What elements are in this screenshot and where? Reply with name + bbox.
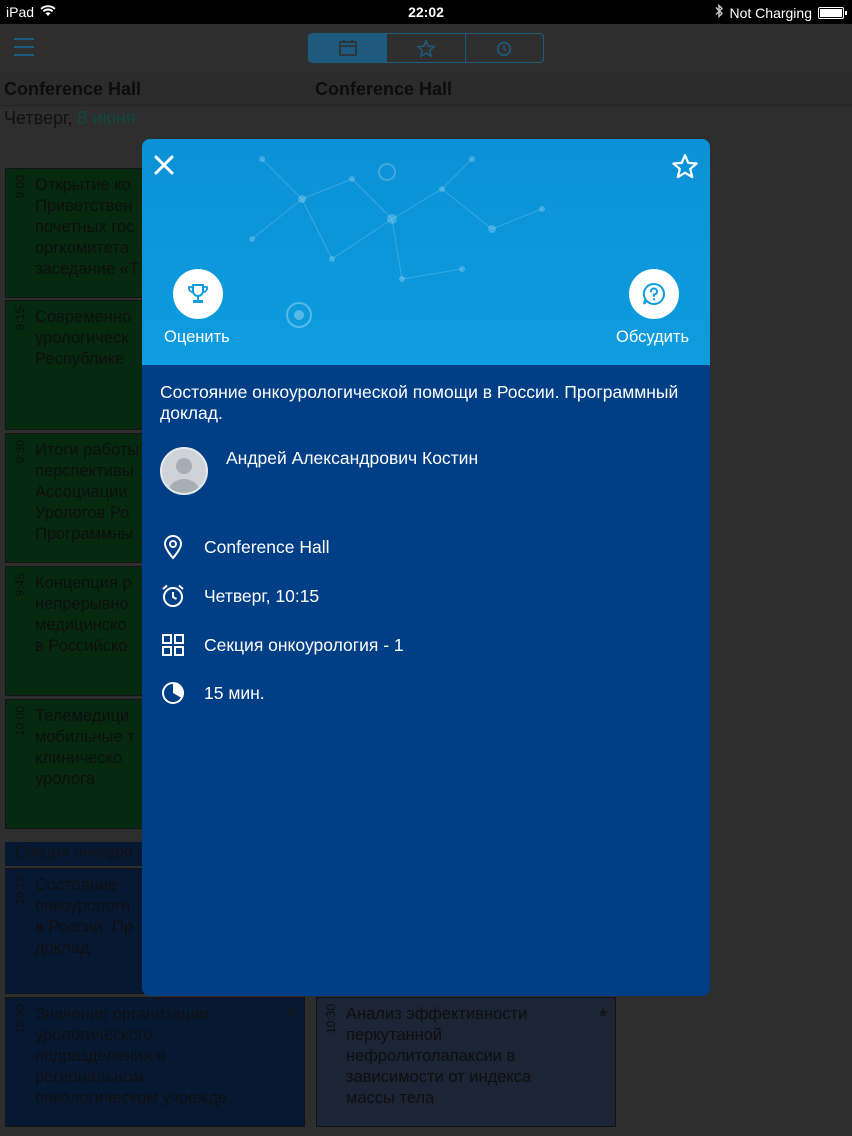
duration-row: 15 мин. — [160, 680, 680, 708]
grid-icon — [160, 632, 186, 658]
alarm-clock-icon — [160, 583, 186, 609]
card-star-icon[interactable]: ★ — [597, 1002, 609, 1023]
talk-detail-modal: Оценить Обсудить Состояние онкоурологиче… — [142, 139, 710, 996]
hall-header-left: Conference Hall — [4, 79, 142, 99]
card-title: Значение организации урологического подр… — [35, 1005, 244, 1107]
schedule-card[interactable]: 10:30 Анализ эффективности перкутанной н… — [316, 997, 616, 1127]
tab-reminders[interactable] — [466, 34, 543, 62]
date-prefix: Четверг, — [4, 108, 73, 128]
date-line: Четверг, 8 июня — [4, 108, 136, 129]
hall-header-right: Conference Hall — [315, 79, 453, 99]
hall-headers: Conference Hall Conference Hall — [0, 72, 852, 106]
speaker-name[interactable]: Андрей Александрович Костин — [226, 448, 478, 469]
location-text: Conference Hall — [204, 537, 330, 557]
menu-icon[interactable] — [14, 38, 34, 56]
rate-label[interactable]: Оценить — [164, 328, 230, 347]
status-bar: iPad 22:02 Not Charging — [0, 0, 852, 24]
card-star-icon[interactable]: ★ — [286, 1002, 298, 1023]
pie-timer-icon — [160, 680, 186, 706]
view-segmented-control — [308, 33, 544, 63]
location-pin-icon — [160, 534, 186, 560]
duration-text: 15 мин. — [204, 683, 265, 703]
tab-calendar[interactable] — [309, 34, 388, 62]
calendar-icon — [338, 40, 357, 56]
battery-icon — [818, 6, 847, 19]
card-time: 9:30 — [13, 440, 27, 464]
question-bubble-icon — [642, 282, 665, 305]
datetime-row: Четверг, 10:15 — [160, 583, 680, 611]
close-icon[interactable] — [152, 153, 176, 177]
discuss-button[interactable] — [629, 269, 679, 319]
modal-header: Оценить Обсудить — [142, 139, 710, 365]
section-text: Секция онкоурология - 1 — [204, 635, 404, 655]
star-icon — [416, 39, 435, 57]
card-time: 9:45 — [13, 573, 27, 597]
alarm-icon — [497, 41, 512, 57]
rate-button[interactable] — [173, 269, 223, 319]
favorite-star-icon[interactable] — [672, 153, 698, 179]
card-time: 9:15 — [13, 307, 27, 331]
tab-favorites[interactable] — [387, 34, 466, 62]
card-time: 10:30 — [13, 1004, 27, 1035]
avatar[interactable] — [160, 447, 208, 495]
section-row: Секция онкоурология - 1 — [160, 632, 680, 660]
bluetooth-icon — [714, 3, 724, 21]
discuss-label[interactable]: Обсудить — [616, 328, 689, 347]
card-title: Анализ эффективности перкутанной нефроли… — [346, 1005, 532, 1107]
talk-title: Состояние онкоурологической помощи в Рос… — [160, 382, 679, 423]
card-time: 10:15 — [13, 875, 27, 906]
card-time: 9:00 — [13, 175, 27, 199]
charging-status: Not Charging — [729, 4, 813, 21]
datetime-text: Четверг, 10:15 — [204, 586, 320, 606]
card-time: 10:00 — [13, 706, 27, 737]
trophy-icon — [188, 284, 208, 303]
card-time: 10:30 — [324, 1004, 338, 1035]
location-row: Conference Hall — [160, 534, 680, 562]
date-day: 8 июня — [77, 108, 136, 128]
navbar — [0, 24, 852, 72]
schedule-card[interactable]: 10:30 Значение организации урологическог… — [5, 997, 305, 1127]
